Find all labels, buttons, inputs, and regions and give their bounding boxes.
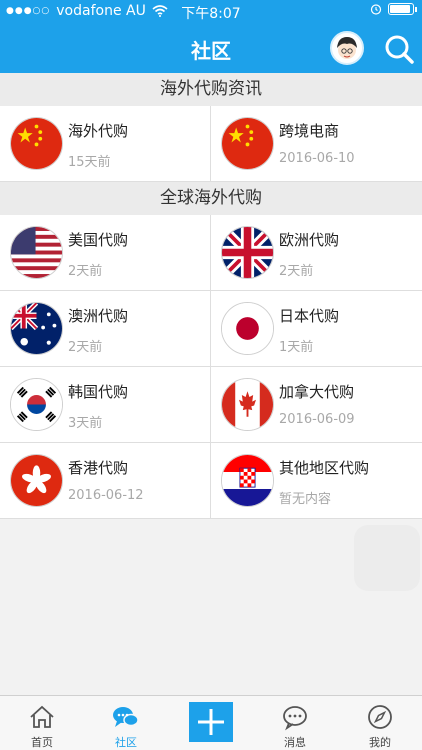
grid-row: 海外代购 15天前 跨境电商 2016-06-10 (0, 106, 422, 182)
board-canada[interactable]: 加拿大代购 2016-06-09 (211, 367, 422, 442)
board-usa[interactable]: 美国代购 2天前 (0, 215, 211, 290)
board-updated: 2016-06-09 (279, 412, 355, 427)
australia-flag-icon (10, 302, 63, 355)
board-japan[interactable]: 日本代购 1天前 (211, 291, 422, 366)
board-name: 澳洲代购 (68, 307, 129, 325)
board-cross-border-ecommerce[interactable]: 跨境电商 2016-06-10 (211, 106, 422, 181)
section-header-news: 海外代购资讯 (0, 73, 422, 106)
assistive-touch-button[interactable] (354, 525, 420, 591)
board-updated: 2天前 (279, 264, 314, 279)
usa-flag-icon (10, 226, 63, 279)
japan-flag-icon (221, 302, 274, 355)
tab-label: 消息 (284, 736, 306, 749)
tab-community[interactable]: 社区 (84, 696, 168, 750)
board-name: 跨境电商 (279, 122, 340, 140)
board-updated: 2天前 (68, 264, 103, 279)
board-overseas-purchase[interactable]: 海外代购 15天前 (0, 106, 211, 181)
board-hongkong[interactable]: 香港代购 2016-06-12 (0, 443, 211, 518)
board-name: 其他地区代购 (279, 459, 370, 477)
user-avatar[interactable] (330, 31, 364, 65)
board-updated: 暂无内容 (279, 492, 332, 507)
message-icon (283, 706, 307, 731)
china-flag-icon (10, 117, 63, 170)
tab-home[interactable]: 首页 (0, 696, 84, 750)
tab-label: 我的 (369, 736, 391, 749)
search-icon[interactable] (382, 32, 416, 66)
board-name: 韩国代购 (68, 383, 129, 401)
board-updated: 15天前 (68, 155, 111, 170)
community-chat-icon (113, 707, 139, 727)
add-icon (198, 709, 224, 735)
korea-flag-icon (10, 378, 63, 431)
board-name: 欧洲代购 (279, 231, 340, 249)
canada-flag-icon (221, 378, 274, 431)
board-name: 美国代购 (68, 231, 129, 249)
board-updated: 2天前 (68, 340, 103, 355)
global-grid: 美国代购 2天前 欧洲代购 2天前 澳洲代购 2天前 日本代购 1天前 韩国代购… (0, 215, 422, 519)
board-name: 香港代购 (68, 459, 129, 477)
home-icon (30, 705, 54, 728)
board-updated: 3天前 (68, 416, 103, 431)
board-name: 加拿大代购 (279, 383, 355, 401)
croatia-flag-icon (221, 454, 274, 507)
hongkong-flag-icon (10, 454, 63, 507)
news-grid: 海外代购 15天前 跨境电商 2016-06-10 (0, 106, 422, 182)
board-updated: 1天前 (279, 340, 314, 355)
alarm-icon (370, 4, 382, 15)
tab-label: 首页 (31, 736, 53, 749)
board-other-regions[interactable]: 其他地区代购 暂无内容 (211, 443, 422, 518)
tab-me[interactable]: 我的 (338, 696, 422, 750)
board-europe[interactable]: 欧洲代购 2天前 (211, 215, 422, 290)
battery-icon (388, 3, 417, 15)
nav-bar: 社区 (0, 24, 422, 73)
tab-bar: 首页 社区 消息 我的 (0, 695, 422, 750)
board-updated: 2016-06-10 (279, 151, 355, 166)
tab-messages[interactable]: 消息 (253, 696, 337, 750)
compass-icon (368, 705, 392, 729)
clock: 下午8:07 (181, 6, 241, 22)
grid-row: 韩国代购 3天前 加拿大代购 2016-06-09 (0, 367, 422, 443)
grid-row: 香港代购 2016-06-12 其他地区代购 暂无内容 (0, 443, 422, 519)
board-australia[interactable]: 澳洲代购 2天前 (0, 291, 211, 366)
china-flag-icon (221, 117, 274, 170)
community-content: 海外代购资讯 海外代购 15天前 跨境电商 2016-06-10 全球海外代购 … (0, 73, 422, 695)
grid-row: 澳洲代购 2天前 日本代购 1天前 (0, 291, 422, 367)
board-updated: 2016-06-12 (68, 488, 144, 503)
grid-row: 美国代购 2天前 欧洲代购 2天前 (0, 215, 422, 291)
board-name: 海外代购 (68, 122, 129, 140)
status-bar: ●●●○○ vodafone AU 下午8:07 (0, 0, 422, 24)
board-korea[interactable]: 韩国代购 3天前 (0, 367, 211, 442)
add-post-button[interactable] (189, 702, 233, 742)
section-header-global: 全球海外代购 (0, 182, 422, 215)
board-name: 日本代购 (279, 307, 340, 325)
uk-flag-icon (221, 226, 274, 279)
tab-label: 社区 (115, 736, 137, 749)
